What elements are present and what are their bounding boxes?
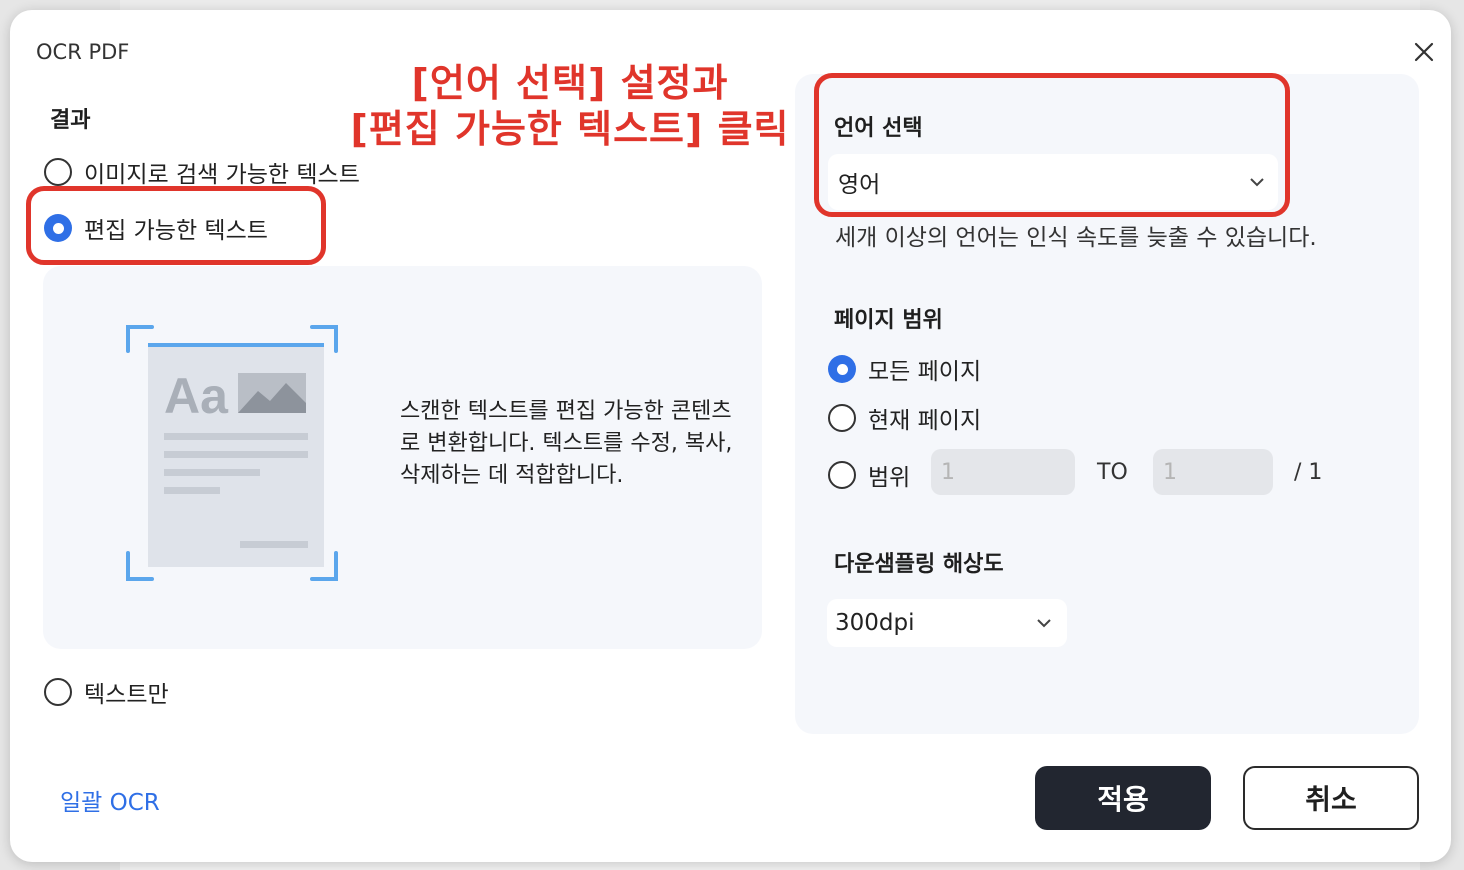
preview-icon-text: Aa [164,368,229,424]
radio-unchecked-icon[interactable] [44,678,72,706]
chevron-down-icon [1037,619,1051,628]
downsampling-selected-value: 300dpi [835,610,915,636]
result-label: 결과 [50,108,91,133]
instruction-annotation: [언어 선택] 설정과 [편집 가능한 텍스트] 클릭 [330,60,810,152]
preview-card: Aa 스캔한 텍스트를 편집 가능한 콘텐츠로 변환합니다. 텍스트를 수정, … [43,266,762,649]
option-label: 범위 [868,465,911,491]
range-from-input[interactable]: 1 [931,449,1075,495]
range-total-label: / 1 [1294,460,1323,485]
radio-unchecked-icon[interactable] [828,404,856,432]
document-scan-icon: Aa [126,325,338,581]
page-range-label: 페이지 범위 [834,308,943,333]
option-range[interactable]: 범위 [828,458,910,492]
downsampling-label: 다운샘플링 해상도 [834,552,1004,577]
close-icon[interactable] [1408,36,1440,68]
range-to-input[interactable]: 1 [1153,449,1273,495]
annotation-line-1: [언어 선택] 설정과 [411,61,729,105]
range-to-label: TO [1097,460,1128,485]
annotation-line-2: [편집 가능한 텍스트] 클릭 [350,107,790,151]
option-current-page[interactable]: 현재 페이지 [828,401,981,435]
radio-checked-icon[interactable] [828,355,856,383]
radio-unchecked-icon[interactable] [44,158,72,186]
downsampling-select[interactable]: 300dpi [827,599,1067,647]
apply-button[interactable]: 적용 [1035,766,1211,830]
option-searchable-image-text[interactable]: 이미지로 검색 가능한 텍스트 [44,155,360,189]
option-text-only[interactable]: 텍스트만 [44,675,169,709]
option-all-pages[interactable]: 모든 페이지 [828,352,981,386]
radio-unchecked-icon[interactable] [828,461,856,489]
highlight-box-editable-text [26,186,326,265]
option-label: 현재 페이지 [868,408,982,434]
option-label: 이미지로 검색 가능한 텍스트 [84,162,360,188]
language-hint: 세개 이상의 언어는 인식 속도를 늦출 수 있습니다. [835,225,1317,251]
cancel-button[interactable]: 취소 [1243,766,1419,830]
dialog-title: OCR PDF [36,40,130,64]
option-label: 텍스트만 [84,682,169,708]
highlight-box-language [814,73,1290,217]
ocr-dialog: OCR PDF [언어 선택] 설정과 [편집 가능한 텍스트] 클릭 결과 이… [10,10,1451,862]
batch-ocr-link[interactable]: 일괄 OCR [60,783,160,817]
result-description: 스캔한 텍스트를 편집 가능한 콘텐츠로 변환합니다. 텍스트를 수정, 복사,… [400,399,733,488]
option-label: 모든 페이지 [868,359,982,385]
